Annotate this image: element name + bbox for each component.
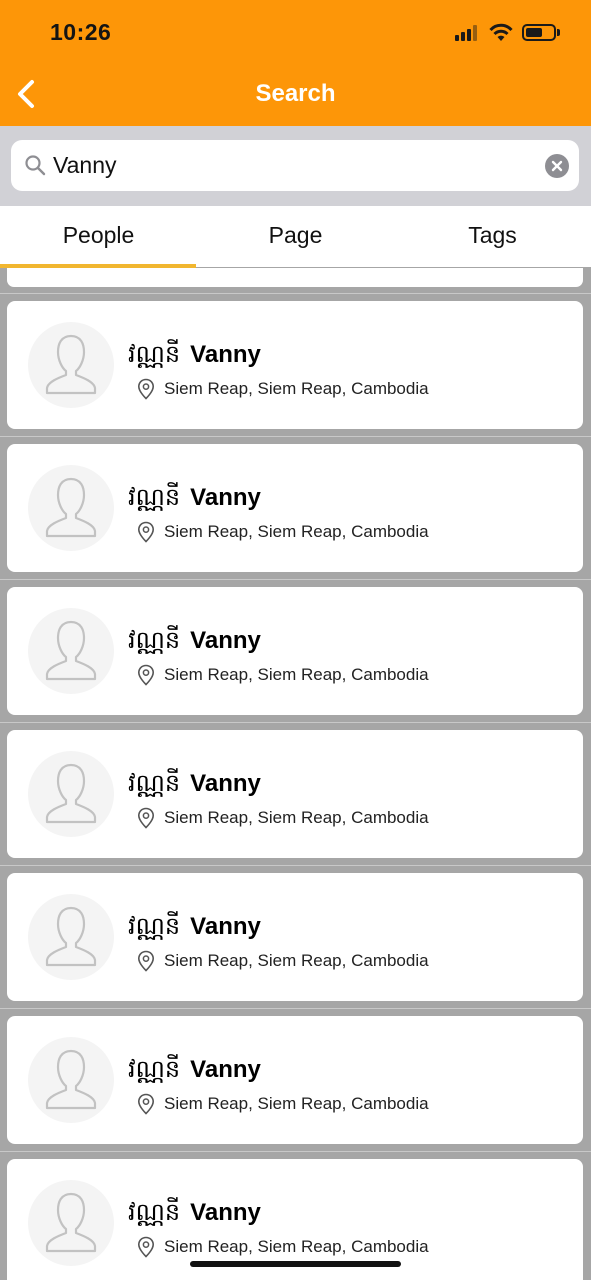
home-indicator <box>190 1261 401 1267</box>
tab-tags[interactable]: Tags <box>394 206 591 267</box>
latin-name: Vanny <box>190 913 261 940</box>
tab-people[interactable]: People <box>0 206 197 267</box>
status-time: 10:26 <box>50 19 112 45</box>
latin-name: Vanny <box>190 341 261 368</box>
avatar[interactable] <box>28 1037 114 1123</box>
person-name[interactable]: វណ្ណនី Vanny <box>128 625 261 660</box>
latin-name: Vanny <box>190 627 261 654</box>
location-text: Siem Reap, Siem Reap, Cambodia <box>164 808 429 827</box>
list-divider <box>0 1151 591 1152</box>
khmer-name: វណ្ណនី <box>128 769 181 797</box>
location-pin-icon <box>137 664 155 686</box>
latin-name: Vanny <box>190 1056 261 1083</box>
location-pin-icon <box>137 1093 155 1115</box>
person-name[interactable]: វណ្ណនី Vanny <box>128 1197 261 1232</box>
avatar[interactable] <box>28 1180 114 1266</box>
search-icon <box>25 155 46 176</box>
person-name[interactable]: វណ្ណនី Vanny <box>128 768 261 803</box>
list-divider <box>0 579 591 580</box>
location-text: Siem Reap, Siem Reap, Cambodia <box>164 1237 429 1256</box>
khmer-name: វណ្ណនី <box>128 340 181 368</box>
khmer-name: វណ្ណនី <box>128 1055 181 1083</box>
wifi-icon <box>489 23 513 41</box>
location-pin-icon <box>137 807 155 829</box>
person-placeholder-icon <box>45 906 97 967</box>
latin-name: Vanny <box>190 1199 261 1226</box>
location-text: Siem Reap, Siem Reap, Cambodia <box>164 379 429 398</box>
location-text: Siem Reap, Siem Reap, Cambodia <box>164 1094 429 1113</box>
latin-name: Vanny <box>190 484 261 511</box>
person-name[interactable]: វណ្ណនី Vanny <box>128 1054 261 1089</box>
list-item[interactable]: វណ្ណនី Vanny Siem Reap, Siem Reap, Cambodi… <box>7 587 583 715</box>
search-box[interactable] <box>11 140 579 191</box>
clear-search-button[interactable] <box>545 154 569 178</box>
location-text: Siem Reap, Siem Reap, Cambodia <box>164 951 429 970</box>
search-input[interactable] <box>53 150 523 180</box>
person-placeholder-icon <box>45 1049 97 1110</box>
person-placeholder-icon <box>45 334 97 395</box>
person-placeholder-icon <box>45 763 97 824</box>
person-placeholder-icon <box>45 1192 97 1253</box>
page-title: Search <box>255 80 336 107</box>
battery-icon <box>522 24 556 41</box>
khmer-name: វណ្ណនី <box>128 912 181 940</box>
list-divider <box>0 293 591 294</box>
person-name[interactable]: វណ្ណនី Vanny <box>128 911 261 946</box>
list-item[interactable]: វណ្ណនី Vanny Siem Reap, Siem Reap, Cambodi… <box>7 1016 583 1144</box>
latin-name: Vanny <box>190 770 261 797</box>
location-text: Siem Reap, Siem Reap, Cambodia <box>164 665 429 684</box>
clear-icon <box>551 160 563 172</box>
top-bar: 10:26 Search <box>0 0 591 126</box>
list-item-partial[interactable] <box>7 268 583 287</box>
search-bar <box>0 126 591 206</box>
list-item[interactable]: វណ្ណនី Vanny Siem Reap, Siem Reap, Cambodi… <box>7 301 583 429</box>
avatar[interactable] <box>28 751 114 837</box>
location-pin-icon <box>137 1236 155 1258</box>
location-text: Siem Reap, Siem Reap, Cambodia <box>164 522 429 541</box>
person-name[interactable]: វណ្ណនី Vanny <box>128 482 261 517</box>
khmer-name: វណ្ណនី <box>128 483 181 511</box>
location-pin-icon <box>137 378 155 400</box>
list-item[interactable]: វណ្ណនី Vanny Siem Reap, Siem Reap, Cambodi… <box>7 873 583 1001</box>
tab-page[interactable]: Page <box>197 206 394 267</box>
avatar[interactable] <box>28 608 114 694</box>
list-item[interactable]: វណ្ណនី Vanny Siem Reap, Siem Reap, Cambodi… <box>7 444 583 572</box>
tab-bar: People Page Tags <box>0 206 591 267</box>
cellular-signal-icon <box>455 25 477 41</box>
battery-tip <box>557 29 560 36</box>
location-pin-icon <box>137 950 155 972</box>
list-item[interactable]: វណ្ណនី Vanny Siem Reap, Siem Reap, Cambodi… <box>7 730 583 858</box>
avatar[interactable] <box>28 465 114 551</box>
list-divider <box>0 436 591 437</box>
person-placeholder-icon <box>45 477 97 538</box>
list-divider <box>0 1008 591 1009</box>
khmer-name: វណ្ណនី <box>128 1198 181 1226</box>
results-list[interactable]: វណ្ណនី Vanny Siem Reap, Siem Reap, Cambodi… <box>0 268 591 1280</box>
avatar[interactable] <box>28 322 114 408</box>
khmer-name: វណ្ណនី <box>128 626 181 654</box>
location-pin-icon <box>137 521 155 543</box>
avatar[interactable] <box>28 894 114 980</box>
list-divider <box>0 865 591 866</box>
person-placeholder-icon <box>45 620 97 681</box>
person-name[interactable]: វណ្ណនី Vanny <box>128 339 261 374</box>
list-divider <box>0 722 591 723</box>
